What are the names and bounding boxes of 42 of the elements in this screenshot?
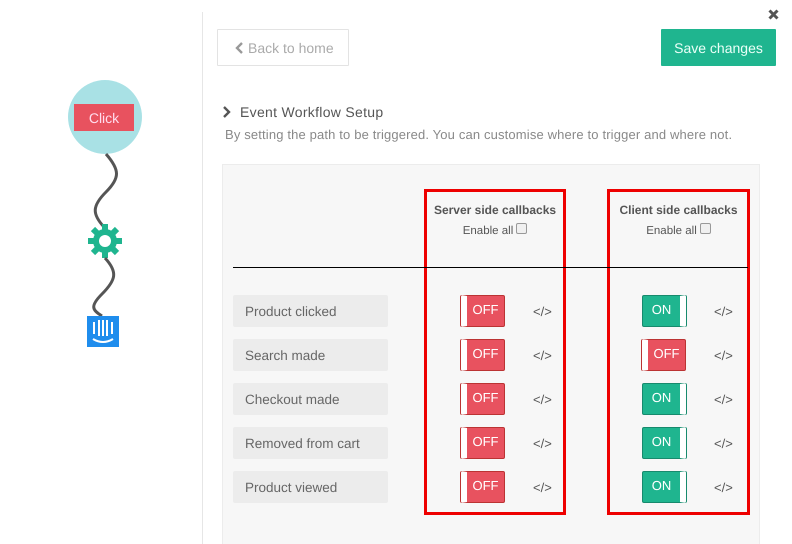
code-link[interactable]: </> [533,436,552,450]
event-label: Product viewed [233,471,388,503]
enable-all-label: Enable all [646,225,697,237]
toggle-switch[interactable]: OFF [461,339,505,371]
connector-line [92,257,116,318]
toggle-switch[interactable]: ON [642,427,686,459]
enable-all-checkbox[interactable] [700,223,711,234]
toggle-switch[interactable]: OFF [461,471,505,503]
code-link[interactable]: </> [714,436,733,450]
gear-icon [88,224,122,258]
code-link[interactable]: </> [714,348,733,362]
chat-icon [87,316,119,347]
event-label: Search made [233,339,388,371]
enable-all-label: Enable all [462,225,514,237]
column-header: Server side callbacks [434,203,556,217]
toggle-switch[interactable]: ON [642,295,686,327]
code-link[interactable]: </> [533,480,552,494]
toggle-switch[interactable]: OFF [461,427,505,459]
code-link[interactable]: </> [533,348,552,362]
trigger-label[interactable]: Click [74,104,134,131]
code-link[interactable]: </> [714,480,733,494]
code-link[interactable]: </> [714,392,733,406]
toggle-switch[interactable]: OFF [642,339,686,371]
close-icon[interactable] [768,9,779,20]
event-label: Product clicked [233,295,388,327]
chevron-right-icon[interactable] [223,106,231,118]
toggle-switch[interactable]: ON [642,383,686,415]
toggle-switch[interactable]: OFF [461,295,505,327]
section-description: By setting the path to be triggered. You can customise where to trigger and where not. [225,126,734,144]
code-link[interactable]: </> [714,304,733,318]
column-header: Client side callbacks [619,203,738,217]
back-button[interactable]: Back to home [217,29,349,66]
save-button[interactable]: Save changes [661,29,776,66]
toggle-switch[interactable]: OFF [461,383,505,415]
event-label: Removed from cart [233,427,388,459]
event-label: Checkout made [233,383,388,415]
code-link[interactable]: </> [533,304,552,318]
toggle-switch[interactable]: ON [642,471,686,503]
section-title: Event Workflow Setup [240,104,384,120]
chevron-left-icon [235,42,243,54]
code-link[interactable]: </> [533,392,552,406]
enable-all-checkbox[interactable] [516,223,528,234]
